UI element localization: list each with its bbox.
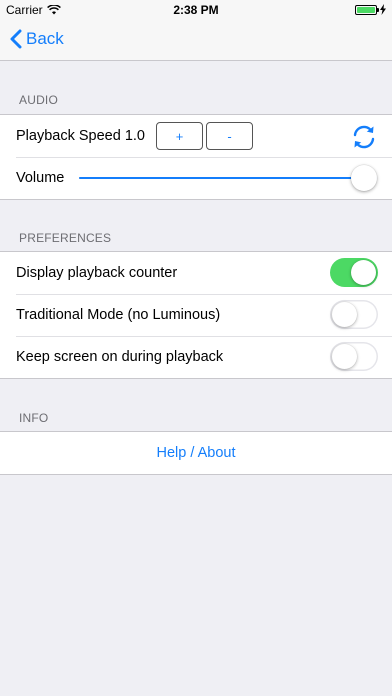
help-about-row[interactable]: Help / About — [0, 432, 392, 474]
playback-speed-row: Playback Speed 1.0 + - — [0, 115, 392, 157]
keep-screen-on-row: Keep screen on during playback — [0, 336, 392, 378]
traditional-mode-toggle[interactable] — [330, 300, 378, 329]
chevron-left-icon — [10, 29, 22, 49]
traditional-mode-row: Traditional Mode (no Luminous) — [0, 294, 392, 336]
audio-section-header: AUDIO — [19, 93, 59, 107]
toggle-knob — [332, 302, 357, 327]
keep-screen-on-label: Keep screen on during playback — [16, 349, 224, 365]
charging-bolt-icon — [380, 4, 386, 15]
back-button[interactable]: Back — [10, 29, 64, 49]
display-playback-counter-label: Display playback counter — [16, 265, 178, 281]
toggle-knob — [351, 260, 376, 285]
volume-slider[interactable] — [79, 165, 377, 191]
volume-row: Volume — [0, 157, 392, 199]
status-bar: Carrier 2:38 PM — [0, 0, 392, 20]
keep-screen-on-toggle[interactable] — [330, 342, 378, 371]
playback-speed-label: Playback Speed 1.0 — [16, 128, 145, 144]
audio-group: Playback Speed 1.0 + - Volume — [0, 114, 392, 200]
display-playback-counter-toggle[interactable] — [330, 258, 378, 287]
reset-speed-icon[interactable] — [350, 123, 378, 151]
toggle-knob — [332, 344, 357, 369]
decrease-speed-button[interactable]: - — [206, 122, 253, 150]
help-about-link[interactable]: Help / About — [157, 445, 236, 461]
battery-icon — [355, 4, 379, 15]
preferences-section-header: PREFERENCES — [19, 231, 112, 245]
traditional-mode-label: Traditional Mode (no Luminous) — [16, 307, 221, 323]
status-time: 2:38 PM — [173, 3, 219, 17]
back-label: Back — [26, 29, 64, 48]
navigation-bar: Back — [0, 20, 392, 61]
info-group: Help / About — [0, 431, 392, 475]
volume-label: Volume — [16, 170, 65, 186]
info-section-header: INFO — [19, 411, 49, 425]
volume-slider-thumb[interactable] — [351, 165, 377, 191]
status-right — [355, 4, 386, 15]
preferences-group: Display playback counter Traditional Mod… — [0, 251, 392, 379]
volume-slider-fill — [79, 177, 377, 179]
display-playback-counter-row: Display playback counter — [0, 252, 392, 294]
increase-speed-button[interactable]: + — [156, 122, 203, 150]
